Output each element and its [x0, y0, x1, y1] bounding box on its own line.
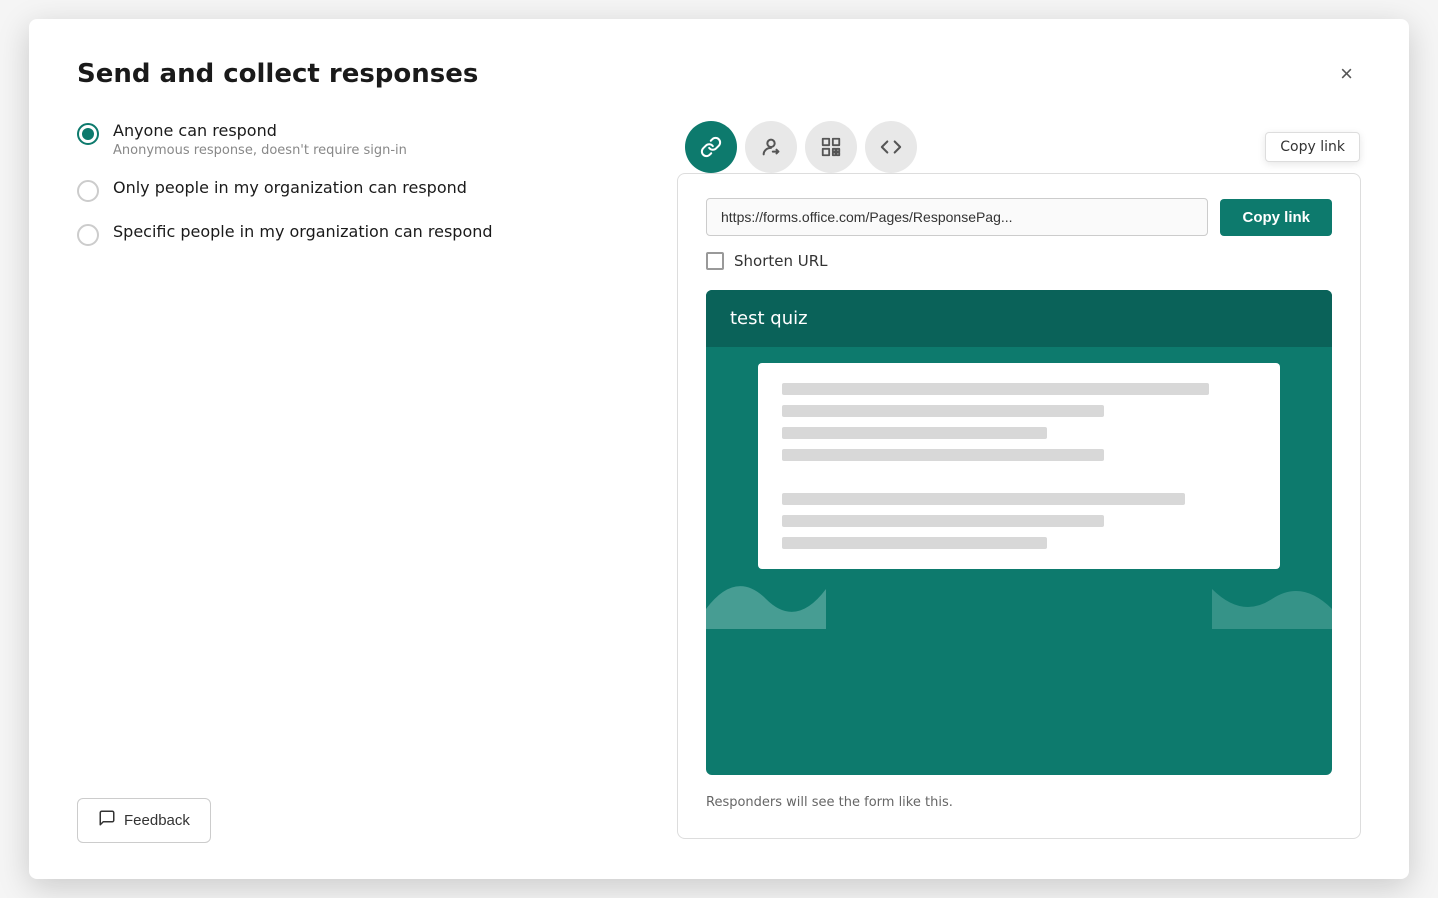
radio-circle-org	[77, 180, 99, 202]
right-panel: Copy link Copy link Shorten URL test qui…	[677, 121, 1361, 839]
responders-text: Responders will see the form like this.	[706, 795, 1332, 810]
preview-content-lines	[758, 363, 1280, 569]
copy-link-button[interactable]: Copy link	[1220, 199, 1332, 236]
shorten-url-label: Shorten URL	[734, 252, 828, 270]
preview-line-5	[782, 493, 1185, 505]
preview-body	[706, 347, 1332, 629]
tab-icons	[685, 121, 917, 173]
copy-link-tooltip: Copy link	[1265, 132, 1360, 162]
url-input[interactable]	[706, 198, 1208, 236]
modal-header: Send and collect responses ×	[77, 59, 1361, 89]
radio-group: Anyone can respond Anonymous response, d…	[77, 121, 637, 246]
close-button[interactable]: ×	[1332, 59, 1361, 89]
send-collect-modal: Send and collect responses × Anyone can …	[29, 19, 1409, 879]
shorten-url-checkbox[interactable]	[706, 252, 724, 270]
feedback-icon	[98, 809, 116, 832]
radio-circle-specific	[77, 224, 99, 246]
preview-spacer	[782, 471, 1256, 483]
tab-qr-button[interactable]	[805, 121, 857, 173]
modal-title: Send and collect responses	[77, 59, 478, 89]
radio-item-anyone[interactable]: Anyone can respond Anonymous response, d…	[77, 121, 637, 158]
preview-line-3	[782, 427, 1047, 439]
tab-embed-button[interactable]	[865, 121, 917, 173]
preview-line-4	[782, 449, 1104, 461]
radio-label-specific: Specific people in my organization can r…	[113, 222, 493, 241]
radio-main-specific: Specific people in my organization can r…	[113, 222, 493, 241]
preview-line-2	[782, 405, 1104, 417]
preview-line-1	[782, 383, 1209, 395]
tab-share-button[interactable]	[745, 121, 797, 173]
modal-body: Anyone can respond Anonymous response, d…	[77, 121, 1361, 839]
shorten-url-row: Shorten URL	[706, 252, 1332, 270]
radio-label-anyone: Anyone can respond Anonymous response, d…	[113, 121, 407, 158]
radio-circle-anyone	[77, 123, 99, 145]
radio-item-org[interactable]: Only people in my organization can respo…	[77, 178, 637, 202]
radio-label-org: Only people in my organization can respo…	[113, 178, 467, 197]
tab-link-button[interactable]	[685, 121, 737, 173]
feedback-label: Feedback	[124, 812, 190, 829]
left-panel: Anyone can respond Anonymous response, d…	[77, 121, 637, 839]
preview-title: test quiz	[706, 290, 1332, 347]
url-row: Copy link	[706, 198, 1332, 236]
content-card: Copy link Copy link Shorten URL test qui…	[677, 173, 1361, 839]
radio-main-org: Only people in my organization can respo…	[113, 178, 467, 197]
preview-card: test quiz	[706, 290, 1332, 775]
radio-item-specific[interactable]: Specific people in my organization can r…	[77, 222, 637, 246]
preview-line-6	[782, 515, 1104, 527]
radio-sub-anyone: Anonymous response, doesn't require sign…	[113, 143, 407, 158]
radio-main-anyone: Anyone can respond	[113, 121, 407, 140]
feedback-button[interactable]: Feedback	[77, 798, 211, 843]
